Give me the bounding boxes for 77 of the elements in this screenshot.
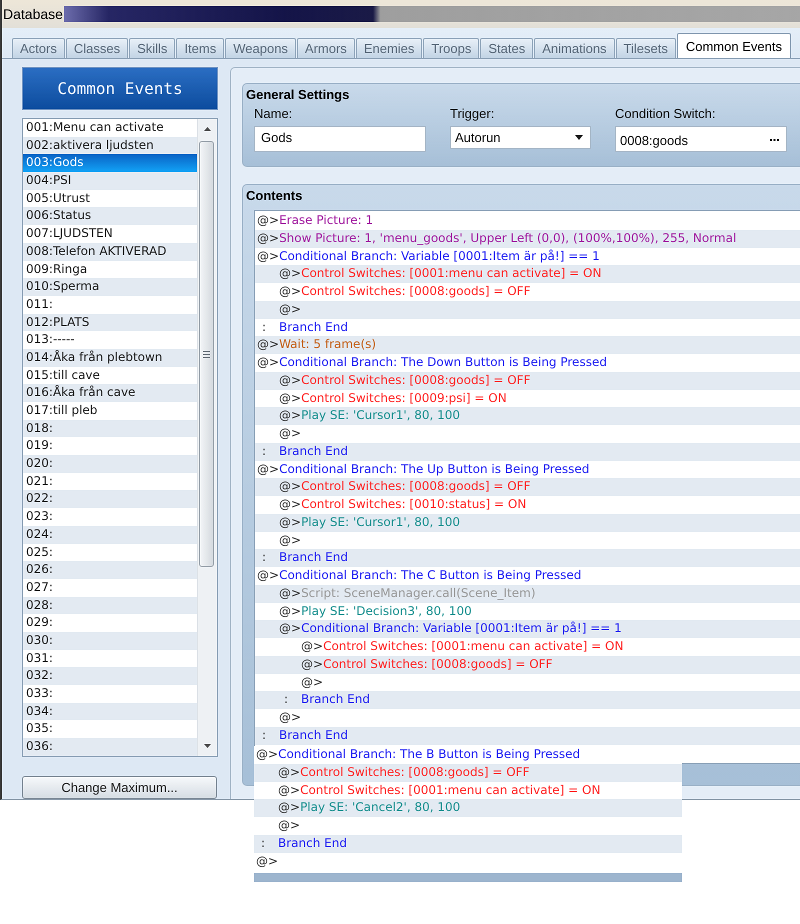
command-row[interactable]: @>Control Switches: [0001:menu can activate] = ON [255,265,800,283]
command-row[interactable]: @>Conditional Branch: The Up Button is Being Pressed [255,460,800,478]
command-row[interactable]: : Branch End [255,549,800,567]
section-title: Contents [246,188,304,204]
event-list-item[interactable]: 006:Status [23,207,197,226]
tab[interactable]: Armors [296,38,355,58]
event-list-item[interactable]: 034: [23,702,197,720]
command-row[interactable]: : Branch End [254,834,682,852]
trigger-dropdown[interactable]: Autorun [450,126,591,149]
down-arrow-icon[interactable] [204,744,211,748]
caret-icon [575,135,583,140]
event-list-item[interactable]: 024: [23,526,197,544]
up-arrow-icon[interactable] [204,127,211,131]
event-list-item[interactable]: 014:Åka från plebtown [23,348,197,367]
event-list-item[interactable]: 030: [23,632,197,650]
command-row[interactable]: @>Control Switches: [0001:menu can activate] = ON [254,782,682,800]
event-list-item[interactable]: 003:Gods [23,154,197,172]
command-row[interactable]: @>Control Switches: [0008:goods] = OFF [255,656,800,674]
list-header: Common Events [22,67,218,110]
tab[interactable]: States [480,38,534,58]
tab[interactable]: Animations [534,38,615,58]
command-row[interactable]: @>Play SE: 'Decision3', 80, 100 [255,602,800,620]
field-label: Condition Switch: [615,106,716,122]
command-row[interactable]: @>Script: SceneManager.call(Scene_Item) [255,584,800,602]
command-row[interactable]: : Branch End [255,442,800,460]
tab[interactable]: Classes [66,38,128,58]
event-list-item[interactable]: 009:Ringa [23,260,197,278]
event-list-item[interactable]: 022: [23,490,197,508]
tab[interactable]: Tilesets [616,38,676,58]
command-row[interactable]: : Branch End [255,726,800,744]
event-list-item[interactable]: 028: [23,596,197,614]
command-row[interactable]: @>Conditional Branch: Variable [0001:Item är på!] == 1 [255,620,800,638]
event-list-item[interactable]: 020: [23,455,197,473]
tab[interactable]: Enemies [356,38,422,58]
change-maximum-button[interactable]: Change Maximum... [22,776,217,799]
event-list-item[interactable]: 026: [23,561,197,579]
grip-icon [203,350,210,358]
tab[interactable]: Troops [423,38,480,58]
command-row[interactable]: @> [255,674,800,692]
event-list-item[interactable]: 032: [23,667,197,685]
scrollbar-thumb[interactable] [199,141,214,567]
command-row[interactable]: @>Control Switches: [0008:goods] = OFF [255,372,800,390]
event-list-item[interactable]: 012:PLATS [23,314,197,332]
tab[interactable]: Actors [12,38,65,58]
event-list-item[interactable]: 010:Sperma [23,278,197,296]
command-row[interactable]: @>Wait: 5 frame(s) [255,336,800,354]
name-field[interactable]: Gods [254,126,426,152]
command-row[interactable]: @>Play SE: 'Cursor1', 80, 100 [255,514,800,532]
event-list-item[interactable]: 031: [23,650,197,668]
field-label: Name: [254,106,292,122]
command-row[interactable]: @>Show Picture: 1, 'menu_goods', Upper Left (0,0), (100%,100%), 255, Normal [255,230,800,248]
event-list-item[interactable]: 036: [23,738,197,756]
command-row[interactable]: @>Conditional Branch: Variable [0001:Item är på!] == 1 [255,248,800,266]
command-row[interactable]: @>Play SE: 'Cursor1', 80, 100 [255,407,800,425]
command-row[interactable]: @> [255,300,800,318]
command-row[interactable]: @>Play SE: 'Cancel2', 80, 100 [254,799,682,817]
tab[interactable]: Items [176,38,224,58]
event-list-item[interactable]: 004:PSI [23,172,197,190]
command-row[interactable]: @>Control Switches: [0008:goods] = OFF [255,478,800,496]
window-title: Database [2,6,64,22]
command-row[interactable]: @> [254,852,682,870]
section-title: General Settings [246,87,350,103]
command-row[interactable]: @> [255,532,800,550]
event-list-item[interactable]: 016:Åka från cave [23,384,197,402]
event-list-item[interactable]: 008:Telefon AKTIVERAD [23,242,197,260]
command-row[interactable]: : Branch End [255,691,800,709]
command-row[interactable]: @>Control Switches: [0008:goods] = OFF [254,764,682,782]
field-label: Trigger: [450,106,494,122]
condition-switch-field[interactable]: 0008:goods [615,126,787,152]
scrollbar[interactable] [197,119,217,756]
tab[interactable]: Weapons [225,38,296,58]
tab[interactable]: Skills [129,38,176,58]
event-list-item[interactable]: 002:aktivera ljudsten [23,136,197,154]
tab[interactable]: Common Events [676,33,791,58]
command-row[interactable]: : Branch End [255,318,800,336]
event-list-item[interactable]: 018: [23,420,197,438]
command-row[interactable]: @>Control Switches: [0009:psi] = ON [255,390,800,408]
